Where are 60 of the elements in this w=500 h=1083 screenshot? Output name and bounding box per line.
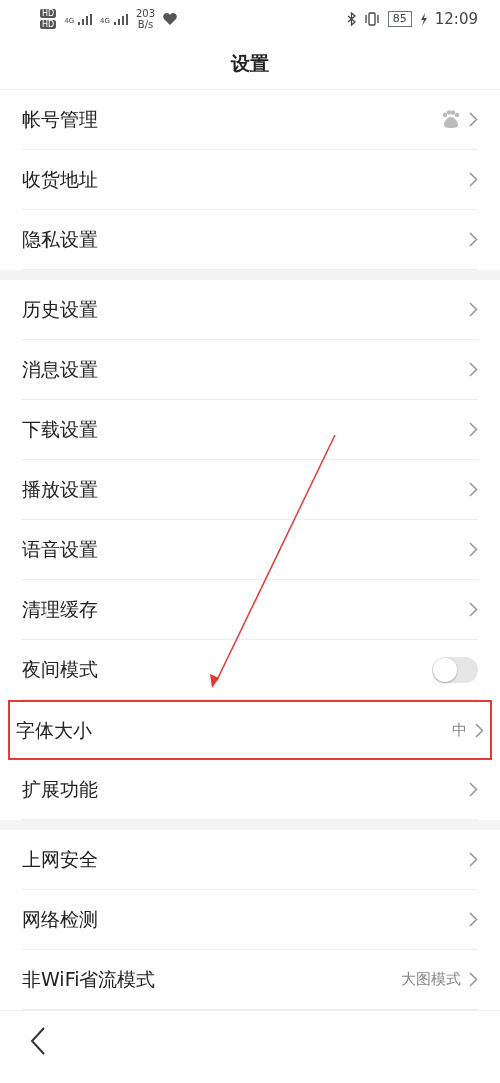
chevron-right-icon: [469, 232, 478, 247]
item-value: 大图模式: [401, 969, 461, 991]
settings-item[interactable]: 夜间模式: [0, 640, 500, 700]
chevron-right-icon: [469, 172, 478, 187]
speed-unit: B/s: [136, 19, 155, 30]
item-label: 清理缓存: [22, 597, 98, 623]
item-label: 下载设置: [22, 417, 98, 443]
item-label: 播放设置: [22, 477, 98, 503]
settings-item[interactable]: 收货地址: [0, 150, 500, 210]
settings-item[interactable]: 下载设置: [0, 400, 500, 460]
toggle-switch[interactable]: [432, 656, 478, 683]
vibrate-icon: [363, 12, 380, 26]
settings-item[interactable]: 帐号管理: [0, 90, 500, 150]
chevron-right-icon: [469, 112, 478, 127]
hd-indicator: HD: [40, 20, 57, 30]
clock: 12:09: [434, 8, 478, 30]
chevron-right-icon: [469, 602, 478, 617]
item-label: 扩展功能: [22, 777, 98, 803]
chevron-right-icon: [469, 972, 478, 987]
item-label: 帐号管理: [22, 107, 98, 133]
heart-icon: [163, 13, 178, 25]
item-label: 字体大小: [16, 717, 92, 743]
paw-icon: [441, 110, 461, 129]
item-label: 非WiFi省流模式: [22, 967, 156, 993]
item-label: 网络检测: [22, 907, 98, 933]
bluetooth-icon: [346, 12, 356, 26]
chevron-right-icon: [469, 542, 478, 557]
back-icon[interactable]: [30, 1027, 46, 1055]
item-label: 收货地址: [22, 167, 98, 193]
settings-item[interactable]: 字体大小 中: [8, 700, 492, 760]
settings-item[interactable]: 播放设置: [0, 460, 500, 520]
battery-level: 85: [387, 11, 412, 27]
settings-item[interactable]: 非WiFi省流模式 大图模式: [0, 950, 500, 1010]
settings-item[interactable]: 清理缓存: [0, 580, 500, 640]
item-value: 中: [452, 719, 467, 741]
chevron-right-icon: [469, 362, 478, 377]
signal-icon: [113, 13, 128, 25]
chevron-right-icon: [469, 302, 478, 317]
chevron-right-icon: [469, 482, 478, 497]
chevron-right-icon: [469, 852, 478, 867]
chevron-right-icon: [469, 422, 478, 437]
settings-item[interactable]: 网络检测: [0, 890, 500, 950]
item-label: 夜间模式: [22, 657, 98, 683]
chevron-right-icon: [469, 782, 478, 797]
chevron-right-icon: [475, 722, 484, 738]
settings-item[interactable]: 消息设置: [0, 340, 500, 400]
network-speed: 203: [135, 8, 156, 19]
item-label: 上网安全: [22, 847, 98, 873]
item-label: 消息设置: [22, 357, 98, 383]
settings-item[interactable]: 历史设置: [0, 280, 500, 340]
charging-icon: [419, 12, 427, 26]
item-label: 隐私设置: [22, 227, 98, 253]
item-label: 语音设置: [22, 537, 98, 563]
signal-icon: [78, 13, 93, 25]
chevron-right-icon: [469, 912, 478, 927]
page-title: 设置: [231, 51, 269, 77]
item-label: 历史设置: [22, 297, 98, 323]
settings-item[interactable]: 上网安全: [0, 830, 500, 890]
settings-item[interactable]: 语音设置: [0, 520, 500, 580]
hd-indicator: HD: [40, 8, 57, 18]
